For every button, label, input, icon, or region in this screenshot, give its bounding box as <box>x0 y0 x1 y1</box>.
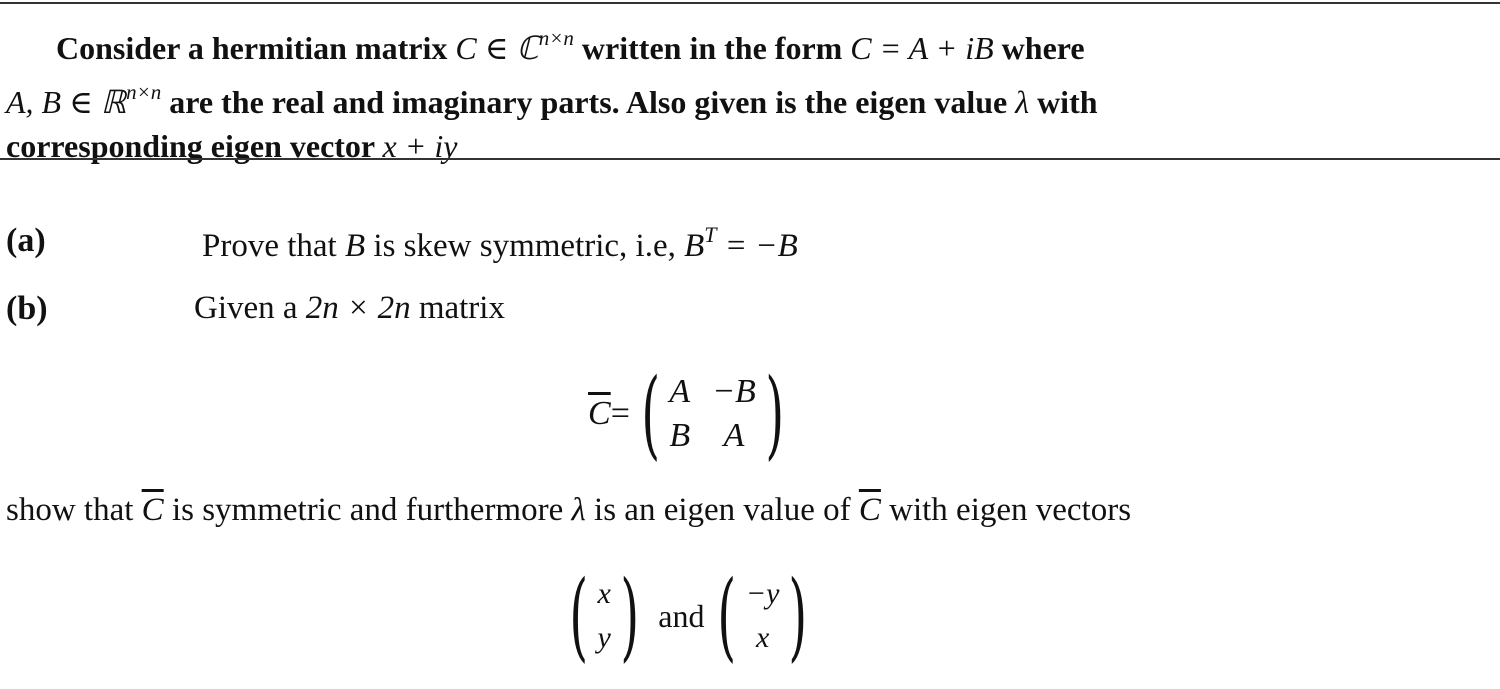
part-b-text: Given a 2n × 2n matrix <box>194 290 505 327</box>
vector-2: −y x <box>746 572 780 660</box>
vector-entry: x <box>597 577 611 610</box>
text: is skew symmetric, i.e, <box>365 228 685 264</box>
right-paren: ) <box>788 560 808 672</box>
vector-entry: −y <box>745 577 780 610</box>
eigenvectors: ( x y ) and ( −y x ) <box>560 568 817 664</box>
right-paren: ) <box>620 560 639 672</box>
intro-line-2: A, B ∈ ℝn×n are the real and imaginary p… <box>6 70 1496 124</box>
text: matrix <box>410 290 505 326</box>
intro-text: with <box>1029 84 1098 120</box>
intro-line-3: corresponding eigen vector x + iy <box>6 124 1496 168</box>
intro-text: written in the form <box>573 30 851 66</box>
matrix-cell: A <box>669 373 691 410</box>
left-paren: ( <box>641 358 660 470</box>
show-statement: show that C is symmetric and furthermore… <box>6 492 1131 529</box>
matrix-cell: B <box>669 417 691 454</box>
math-var: B <box>344 228 366 264</box>
math-equals: = <box>610 395 630 432</box>
part-a-text: Prove that B is skew symmetric, i.e, BT … <box>202 222 798 265</box>
right-paren: ) <box>765 358 784 470</box>
problem-statement: Consider a hermitian matrix C ∈ ℂn×n wri… <box>6 16 1496 168</box>
intro-text: Consider a hermitian matrix <box>56 30 456 66</box>
text: Given a <box>194 290 306 326</box>
vector-entry: y <box>597 621 611 654</box>
part-a-label: (a) <box>6 222 46 259</box>
math-dims: 2n × 2n <box>305 290 411 326</box>
math-lambda: λ <box>571 492 586 528</box>
math-lambda: λ <box>1015 84 1030 120</box>
matrix-cells: A −B B A <box>669 370 756 458</box>
math-transpose: T <box>704 222 717 247</box>
and-text: and <box>658 597 705 634</box>
text: is symmetric and furthermore <box>163 492 572 528</box>
left-paren: ( <box>717 560 737 672</box>
text: show that <box>6 492 142 528</box>
math-dims: n×n <box>126 80 162 104</box>
part-b-label: (b) <box>6 290 48 327</box>
block-matrix-equation: C = ( A −B B A ) <box>588 364 793 464</box>
math-decomposition: C = A + iB <box>850 30 994 66</box>
math-var: B <box>684 228 705 264</box>
math-cbar: C <box>858 492 881 528</box>
vector-entry: x <box>756 621 770 654</box>
intro-line-1: Consider a hermitian matrix C ∈ ℂn×n wri… <box>6 16 1496 70</box>
left-paren: ( <box>569 560 589 672</box>
intro-text: are the real and imaginary parts. Also g… <box>161 84 1016 120</box>
math-cbar: C <box>588 395 611 432</box>
bottom-rule <box>0 158 1500 160</box>
math-real-set: A, B ∈ ℝ <box>6 84 127 120</box>
math-cbar: C <box>141 492 164 528</box>
matrix-cell: A <box>723 417 745 454</box>
text: with eigen vectors <box>880 492 1132 528</box>
math-eq: = −B <box>716 228 798 264</box>
matrix-cell: −B <box>712 373 756 410</box>
top-rule <box>0 2 1500 4</box>
math-dims: n×n <box>538 26 574 50</box>
intro-text: where <box>993 30 1085 66</box>
vector-1: x y <box>597 572 610 660</box>
text: Prove that <box>202 228 345 264</box>
text: is an eigen value of <box>585 492 859 528</box>
math-complex-set: C ∈ ℂ <box>455 30 539 66</box>
